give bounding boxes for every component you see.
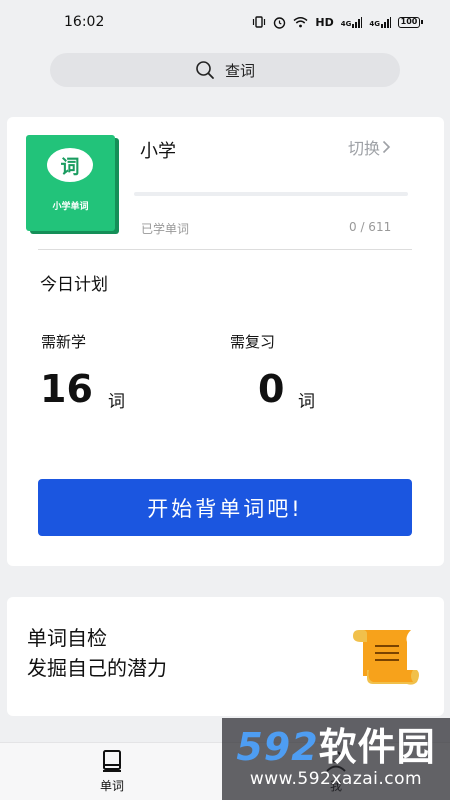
learning-progress-bar xyxy=(134,192,408,196)
self-check-subtitle: 发掘自己的潜力 xyxy=(27,656,167,680)
network-type: HD xyxy=(315,15,334,29)
status-time: 16:02 xyxy=(64,14,105,30)
learned-label: 已学单词 xyxy=(141,222,190,236)
search-label: 查词 xyxy=(224,61,255,80)
new-words-label: 需新学 xyxy=(41,333,87,351)
wifi-icon xyxy=(293,17,308,28)
switch-book-button[interactable]: 切换 xyxy=(348,135,391,159)
divider xyxy=(38,249,412,250)
self-check-card[interactable]: 单词自检 发掘自己的潜力 xyxy=(7,597,444,716)
new-words-unit: 词 xyxy=(108,392,125,412)
signal-icon xyxy=(352,16,363,28)
book-cover[interactable]: 词 小学单词 xyxy=(26,135,115,231)
start-learning-button[interactable]: 开始背单词吧! xyxy=(38,479,412,536)
switch-label: 切换 xyxy=(348,139,381,158)
review-words-count: 0 xyxy=(258,367,285,411)
review-words-unit: 词 xyxy=(298,392,315,412)
book-cover-caption: 小学单词 xyxy=(52,202,89,212)
signal-strength-1: 4G xyxy=(341,16,363,28)
new-words-count: 16 xyxy=(40,367,93,411)
alarm-icon xyxy=(274,16,286,29)
status-icons: HD 4G 4G 100 xyxy=(252,15,423,29)
watermark-url: www.592xazai.com xyxy=(249,769,423,789)
status-bar: 16:02 HD 4G 4G 100 xyxy=(0,0,450,44)
search-icon xyxy=(196,61,214,79)
plan-title: 今日计划 xyxy=(40,275,108,295)
review-words-label: 需复习 xyxy=(230,333,276,351)
battery-icon: 100 xyxy=(398,16,423,28)
signal-icon xyxy=(381,16,391,28)
self-check-title: 单词自检 xyxy=(27,626,107,650)
signal-strength-2: 4G xyxy=(369,16,391,28)
vibrate-icon xyxy=(253,16,266,28)
book-cover-badge: 词 xyxy=(47,148,93,182)
learned-count: 0 / 611 xyxy=(349,220,392,234)
tab-words-label: 单词 xyxy=(99,779,124,793)
book-title: 小学 xyxy=(140,141,176,162)
study-card: 词 小学单词 小学 切换 已学单词 0 / 611 今日计划 需新学 需复习 1… xyxy=(7,117,444,566)
chevron-right-icon xyxy=(382,140,391,154)
tab-words[interactable]: 单词 xyxy=(72,743,152,800)
watermark-logo: 592软件园 xyxy=(236,725,436,769)
book-icon xyxy=(103,750,121,772)
search-bar[interactable]: 查词 xyxy=(50,53,400,87)
scroll-icon xyxy=(353,630,419,685)
watermark: 592软件园 www.592xazai.com xyxy=(222,718,450,800)
